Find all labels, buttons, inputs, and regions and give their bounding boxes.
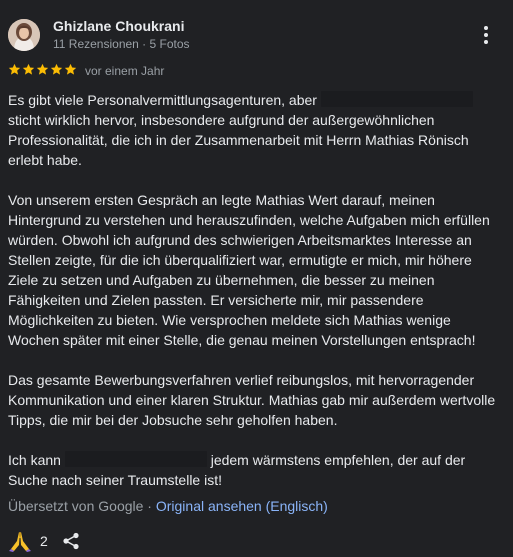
photo-count: 5 Fotos — [149, 37, 190, 51]
translation-separator: · — [143, 498, 156, 514]
star-icon — [50, 63, 63, 75]
menu-dot — [484, 33, 488, 37]
review-paragraph: Ich kann jedem wärmstens empfehlen, der … — [8, 450, 500, 490]
review-text-segment: Ich kann — [8, 452, 65, 468]
redacted-text — [320, 91, 473, 107]
review-text-segment: sticht wirklich hervor, insbesondere auf… — [8, 112, 469, 168]
reviewer-name[interactable]: Ghizlane Choukrani — [53, 18, 184, 34]
star-icon — [64, 63, 77, 75]
star-icon — [22, 63, 35, 75]
meta-separator: · — [138, 37, 150, 51]
review-paragraph: Das gesamte Bewerbungsverfahren verlief … — [8, 372, 496, 428]
star-icon — [36, 63, 49, 75]
review-card: Ghizlane Choukrani 11 Rezensionen · 5 Fo… — [0, 0, 513, 557]
redacted-text — [64, 451, 207, 467]
star-icon — [8, 63, 21, 75]
menu-dot — [484, 40, 488, 44]
review-paragraph: Von unserem ersten Gespräch an legte Mat… — [8, 192, 490, 348]
reviewer-meta: 11 Rezensionen · 5 Fotos — [53, 37, 190, 51]
star-rating — [8, 63, 77, 76]
translated-by-label: Übersetzt von Google — [8, 498, 144, 514]
review-count: 11 Rezensionen — [53, 37, 139, 51]
folded-hands-icon[interactable] — [8, 530, 32, 552]
view-original-link[interactable]: Original ansehen (Englisch) — [156, 498, 328, 514]
share-icon[interactable] — [62, 532, 80, 550]
review-text: Es gibt viele Personalvermittlungsagentu… — [8, 90, 500, 510]
avatar[interactable] — [8, 19, 40, 51]
reaction-count: 2 — [40, 533, 48, 549]
review-date: vor einem Jahr — [85, 64, 165, 78]
review-paragraph: Es gibt viele Personalvermittlungsagentu… — [8, 90, 500, 170]
translation-note: Übersetzt von Google · Original ansehen … — [8, 498, 328, 514]
more-vert-icon[interactable] — [474, 22, 498, 48]
menu-dot — [484, 26, 488, 30]
review-actions: 2 — [8, 530, 80, 552]
review-text-segment: Es gibt viele Personalvermittlungsagentu… — [8, 92, 321, 108]
